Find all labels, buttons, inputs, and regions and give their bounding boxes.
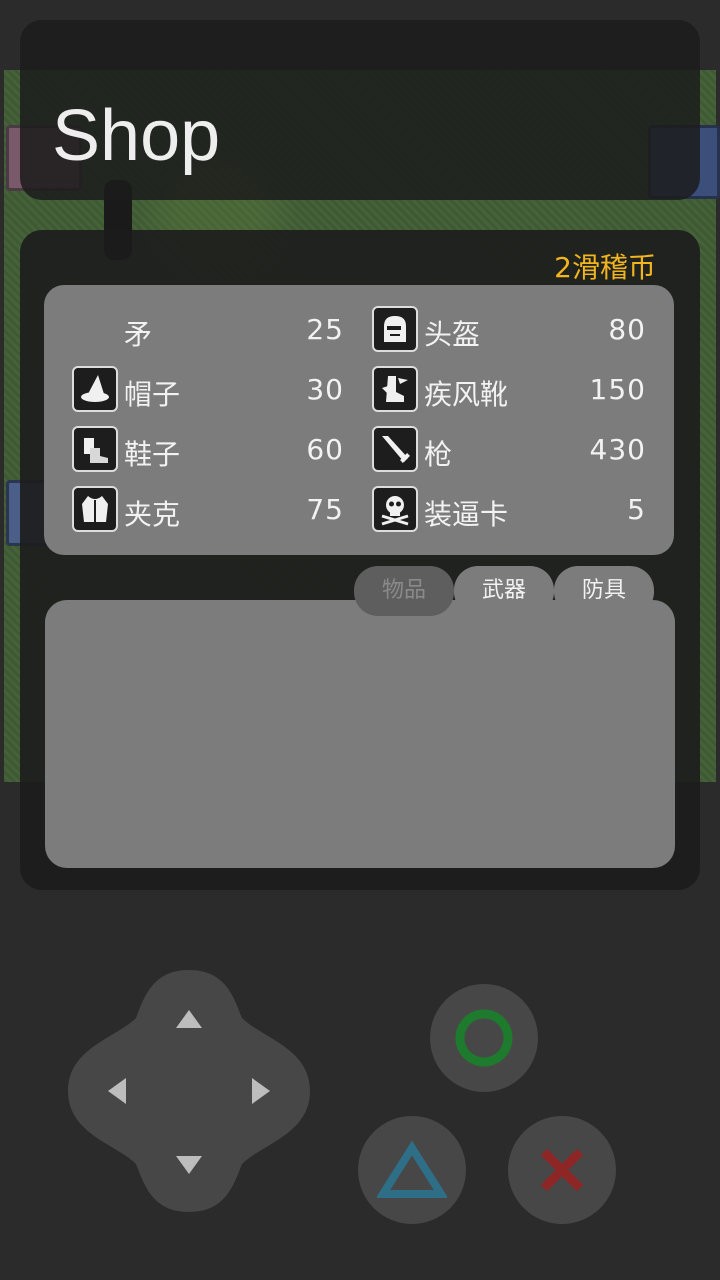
list-item[interactable]: 矛 25: [72, 305, 344, 355]
list-item[interactable]: 头盔 80: [372, 305, 646, 355]
item-name: 装逼卡: [424, 498, 509, 531]
list-item[interactable]: 装逼卡 5: [372, 485, 646, 535]
title-panel: Shop: [20, 20, 700, 200]
list-item[interactable]: 枪 430: [372, 425, 646, 475]
circle-icon: [455, 1009, 513, 1067]
wizard-hat-icon: [72, 366, 118, 412]
left-arrow-icon[interactable]: [104, 1076, 128, 1106]
item-price: 60: [306, 433, 344, 466]
winged-boots-icon: [372, 366, 418, 412]
list-item[interactable]: 夹克 75: [72, 485, 344, 535]
jacket-icon: [72, 486, 118, 532]
cross-icon: [540, 1148, 584, 1192]
page-title: Shop: [52, 96, 221, 176]
tab-items[interactable]: 物品: [354, 566, 454, 616]
tab-weapons[interactable]: 武器: [454, 566, 554, 616]
item-price: 80: [608, 313, 646, 346]
list-item[interactable]: 帽子 30: [72, 365, 344, 415]
item-price: 30: [306, 373, 344, 406]
currency-display: 2滑稽币: [554, 251, 656, 284]
shop-panel: 2滑稽币 矛 25 头盔 80 帽子 30 疾风靴 150 鞋子 60 枪 43…: [20, 230, 700, 890]
item-name: 鞋子: [124, 438, 181, 471]
item-name: 疾风靴: [424, 378, 509, 411]
skull-icon: [372, 486, 418, 532]
list-item[interactable]: 鞋子 60: [72, 425, 344, 475]
item-name: 帽子: [124, 378, 181, 411]
sword-icon: [372, 426, 418, 472]
list-item[interactable]: 疾风靴 150: [372, 365, 646, 415]
triangle-icon: [377, 1140, 447, 1198]
item-price: 430: [589, 433, 646, 466]
item-name: 夹克: [124, 498, 181, 531]
shoes-icon: [72, 426, 118, 472]
item-name: 矛: [124, 318, 153, 351]
item-price: 25: [306, 313, 344, 346]
item-price: 75: [306, 493, 344, 526]
item-name: 头盔: [424, 318, 481, 351]
helmet-icon: [372, 306, 418, 352]
empty-icon-slot: [72, 306, 118, 352]
right-arrow-icon[interactable]: [250, 1076, 274, 1106]
item-name: 枪: [424, 438, 453, 471]
item-description-box: [45, 600, 675, 868]
tab-armor[interactable]: 防具: [554, 566, 654, 616]
down-arrow-icon[interactable]: [174, 1152, 204, 1176]
cross-button[interactable]: [508, 1116, 616, 1224]
dpad[interactable]: [66, 968, 312, 1214]
item-price: 150: [589, 373, 646, 406]
triangle-button[interactable]: [358, 1116, 466, 1224]
item-price: 5: [627, 493, 646, 526]
up-arrow-icon[interactable]: [174, 1008, 204, 1032]
item-list: 矛 25 头盔 80 帽子 30 疾风靴 150 鞋子 60 枪 430 夹克 …: [44, 285, 674, 555]
circle-button[interactable]: [430, 984, 538, 1092]
